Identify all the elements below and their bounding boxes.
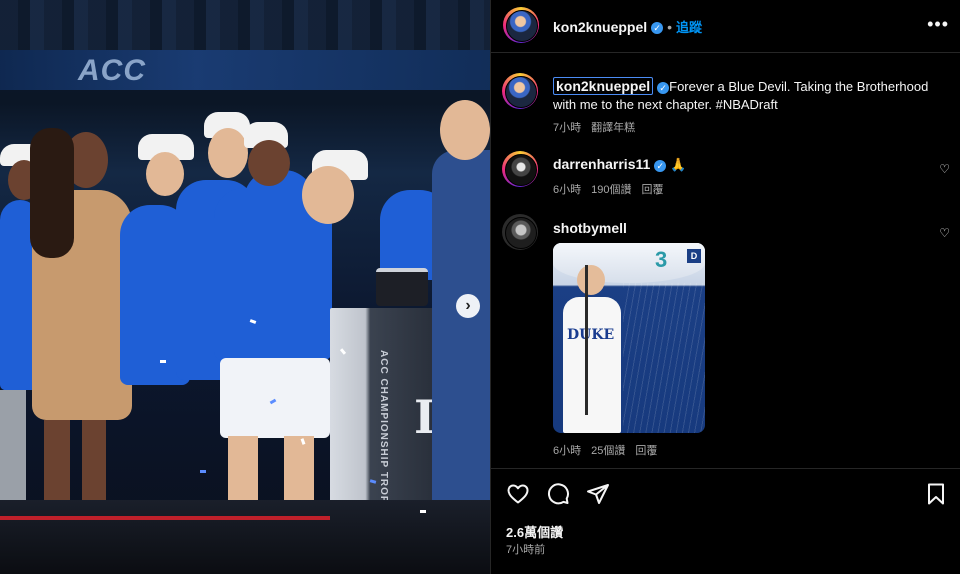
actions-divider [490,468,960,469]
post-side-panel: kon2knueppel ✓ • 追蹤 ••• kon2knueppel ✓ Foreve… [490,0,960,574]
header-user-line: kon2knueppel ✓ • 追蹤 [553,17,702,36]
player-head [208,128,248,178]
header-username[interactable]: kon2knueppel [553,19,647,35]
comment-avatar[interactable] [502,151,538,187]
comment-icon[interactable] [546,482,570,506]
player-head [146,152,184,196]
umbrella-pole [585,265,588,415]
jersey [563,297,621,433]
comment-username[interactable]: shotbymell [553,220,627,236]
comment-time: 6小時 [553,445,582,457]
rain-effect [623,283,705,433]
trophy [376,268,428,306]
share-icon[interactable] [586,482,610,506]
image-person: DUKE [561,265,623,433]
caption-meta: 7小時 翻譯年糕 [553,119,645,135]
arena-banner [0,50,490,90]
confetti [420,510,426,513]
player-head [302,166,354,224]
jersey-text: DUKE [567,327,615,343]
comment-like-heart-icon[interactable]: ♡ [939,226,950,240]
image-number: 3 [655,247,668,272]
post-actions [506,482,610,506]
player-head [248,140,290,186]
verified-icon: ✓ [654,159,667,172]
podium-text: ACC CHAMPIONSHIP TROPHY [378,350,389,520]
post-header: kon2knueppel ✓ • 追蹤 ••• [490,0,960,53]
court-floor [0,500,490,574]
confetti [200,470,206,473]
image-corner-badge: D [687,249,701,263]
more-options-icon[interactable]: ••• [927,14,949,35]
caption-time: 7小時 [553,122,582,134]
banner-text: ACC [78,54,146,87]
confetti [160,360,166,363]
reply-button[interactable]: 回覆 [641,184,663,196]
post-photo[interactable]: ACC ACC CHAMPIONSHIP TROPHY D › [0,0,490,574]
court-stripe [0,516,330,520]
follow-button[interactable]: 追蹤 [676,20,702,35]
heart-icon[interactable] [506,482,530,506]
caption-text-block: kon2knueppel ✓ Forever a Blue Devil. Takin… [553,77,943,114]
comment-body: 🙏 [670,157,687,172]
comment-text-block: shotbymell [553,219,627,238]
bookmark-icon[interactable] [924,482,948,506]
comment-username[interactable]: darrenharris11 [553,156,650,172]
verified-icon: ✓ [657,81,670,94]
crowd-background [0,0,490,50]
author-avatar[interactable] [503,7,539,43]
caption-avatar[interactable] [502,73,538,109]
comment-like-heart-icon[interactable]: ♡ [939,162,950,176]
reply-button[interactable]: 回覆 [635,445,657,457]
comment-text-block: darrenharris11 ✓ 🙏 [553,155,686,174]
separator-dot: • [667,19,673,35]
comment-meta: 6小時 190個讚 回覆 [553,181,673,197]
panel-border [490,0,491,574]
post-timestamp: 7小時前 [506,544,546,556]
comment-image[interactable]: 3 D DUKE [553,243,705,433]
verified-icon: ✓ [651,22,664,35]
next-photo-button[interactable]: › [456,294,480,318]
comment-avatar[interactable] [502,214,538,250]
like-count[interactable]: 2.6萬個讚 [506,522,563,541]
caption-username[interactable]: kon2knueppel [553,77,654,95]
comment-time: 6小時 [553,184,582,196]
reporter-hair [30,128,74,258]
see-translation-link[interactable]: 翻譯年糕 [591,122,635,134]
comment-likes[interactable]: 25個讚 [591,445,625,457]
official-head [440,100,490,160]
comment-likes[interactable]: 190個讚 [591,184,631,196]
comment-meta: 6小時 25個讚 回覆 [553,442,667,458]
person-head [577,265,605,295]
